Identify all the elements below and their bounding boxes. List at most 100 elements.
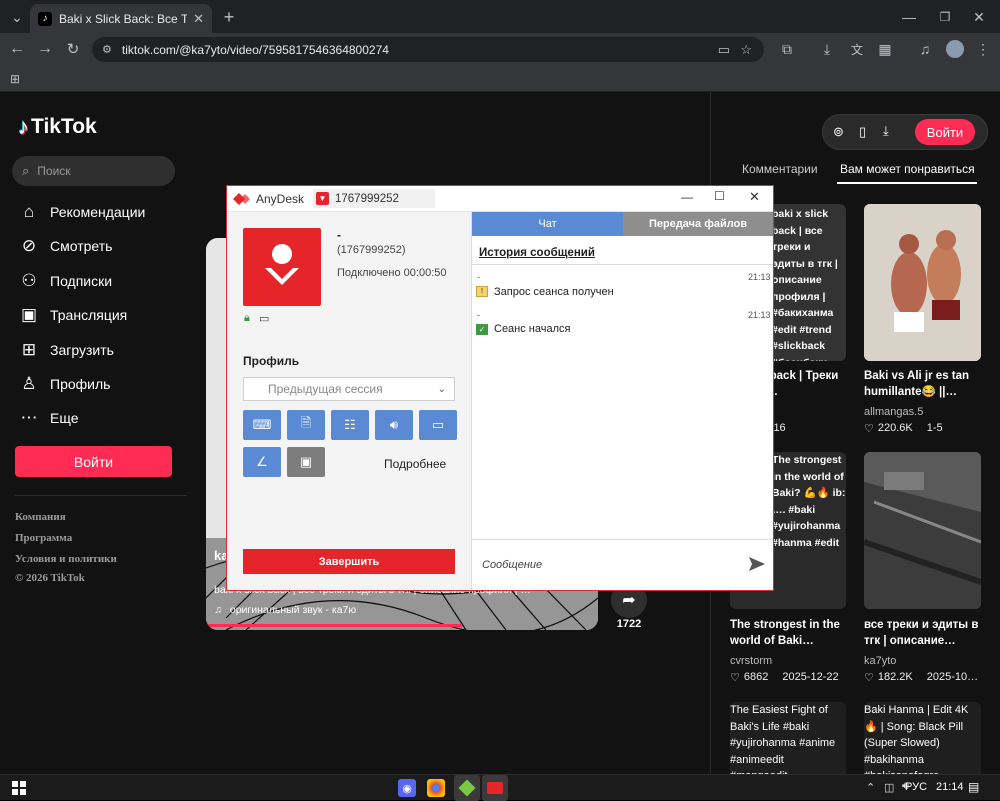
tiktok-logo-text: TikTok	[31, 115, 97, 138]
tiktok-logo[interactable]: ♪ TikTok	[18, 114, 97, 140]
nav-following[interactable]: ⚇ Подписки	[18, 269, 112, 293]
close-window-button[interactable]: ✕	[968, 6, 990, 28]
message-1-time: 21:13	[748, 272, 771, 282]
coins-icon[interactable]: ⊚	[833, 124, 844, 140]
tab-file-transfer[interactable]: Передача файлов	[623, 212, 773, 236]
tray-chevron-icon[interactable]: ⌃	[866, 781, 875, 794]
app-icon[interactable]	[454, 775, 480, 801]
download-icon[interactable]: ⤓	[816, 38, 838, 60]
tab-search-button[interactable]: ⌄	[6, 6, 28, 28]
back-icon[interactable]: ←	[6, 38, 28, 60]
video-sound[interactable]: ♫ оригинальный звук - ка7ю	[214, 604, 356, 616]
media-control-icon[interactable]: ♫	[914, 38, 936, 60]
remote-id: (1767999252)	[337, 244, 406, 256]
tab-recommended[interactable]: Вам может понравиться	[840, 162, 975, 176]
top-login-button[interactable]: Войти	[915, 119, 975, 145]
profile-avatar[interactable]	[946, 40, 964, 58]
footer-company[interactable]: Компания	[15, 511, 66, 523]
tab-chat[interactable]: Чат	[472, 212, 623, 236]
audio-button[interactable]: 🔊︎	[375, 410, 413, 440]
profile-select[interactable]: Предыдущая сессия ⌄	[243, 377, 455, 401]
nav-label: Смотреть	[50, 238, 113, 254]
rec-thumb-2[interactable]	[864, 204, 981, 361]
translate-icon[interactable]: 文	[846, 38, 868, 60]
new-tab-button[interactable]: +	[218, 6, 240, 28]
browser-tab-active[interactable]: ♪ Baki x Slick Back: Все Треки и З… ✕	[30, 4, 212, 33]
anydesk-close-button[interactable]: ✕	[749, 189, 760, 205]
anydesk-logo-icon	[233, 193, 250, 205]
anydesk-taskbar-icon[interactable]	[482, 775, 508, 801]
rec-3-stats: ♡ 6862 2025-12-22	[730, 671, 839, 684]
clock[interactable]: 21:14	[936, 781, 964, 793]
nav-more[interactable]: ⋯ Еще	[18, 406, 79, 430]
heart-icon: ♡	[730, 672, 740, 684]
network-icon[interactable]: ◫	[884, 781, 894, 794]
site-settings-icon[interactable]: ⚙	[102, 43, 112, 56]
close-tab-icon[interactable]: ✕	[193, 11, 204, 27]
more-icon: ⋯	[20, 408, 38, 427]
discord-icon[interactable]: ◉	[398, 779, 416, 797]
more-details-link[interactable]: Подробнее	[384, 457, 446, 471]
draw-button[interactable]: ∠	[243, 447, 281, 477]
windows-start-icon[interactable]	[12, 781, 26, 795]
chrome-icon[interactable]	[427, 779, 445, 797]
clipboard-button[interactable]: ☷	[331, 410, 369, 440]
tab-file-transfer-label: Передача файлов	[648, 218, 748, 230]
phone-icon[interactable]: ▯	[859, 124, 866, 140]
sidebar-divider	[15, 495, 187, 496]
rec-4-likes: 182.2K	[877, 671, 913, 683]
video-progress[interactable]	[206, 624, 462, 627]
anydesk-maximize-button[interactable]: ☐	[714, 189, 725, 203]
rec-2-author[interactable]: allmangas.5	[864, 406, 923, 418]
extensions-icon[interactable]: ⧉	[776, 38, 798, 60]
tab-comments[interactable]: Комментарии	[742, 162, 818, 176]
address-bar[interactable]: ⚙ tiktok.com/@ka7yto/video/7595817546364…	[92, 37, 764, 62]
nav-upload[interactable]: ⊞ Загрузить	[18, 338, 114, 362]
end-session-button[interactable]: Завершить	[243, 549, 455, 574]
bookmark-star-icon[interactable]: ☆	[740, 42, 752, 58]
rec-thumb-5[interactable]: The Easiest Fight of Baki's Life #baki #…	[730, 702, 846, 774]
rec-thumb-4[interactable]	[864, 452, 981, 609]
minimize-window-button[interactable]: —	[898, 6, 920, 28]
restore-window-button[interactable]: ❐	[934, 6, 956, 28]
nav-recommendations[interactable]: ⌂ Рекомендации	[18, 200, 145, 224]
rec-2-likes: 220.6K	[877, 422, 913, 434]
nav-profile[interactable]: ♙ Профиль	[18, 372, 110, 396]
keyboard-icon: ⌨	[252, 417, 272, 432]
rec-thumb-6[interactable]: Baki Hanma | Edit 4K 🔥 | Song: Black Pil…	[864, 702, 981, 774]
search-input[interactable]: ⌕ Поиск	[12, 156, 175, 186]
anydesk-address-field[interactable]: ▼ 1767999252	[313, 189, 435, 208]
footer-terms[interactable]: Условия и политики	[15, 553, 117, 565]
message-placeholder: Сообщение	[482, 559, 543, 571]
apps-grid-icon[interactable]: ⊞	[4, 68, 26, 90]
video-sound-label: оригинальный звук - ка7ю	[229, 604, 357, 616]
cast-icon[interactable]: ▭	[718, 42, 730, 58]
notification-icon[interactable]: ▤	[968, 780, 979, 794]
forward-icon[interactable]: →	[34, 38, 56, 60]
rec-2-date: 1-5	[926, 422, 943, 434]
rec-4-title[interactable]: все треки и эдиты в тгк | описание…	[864, 617, 980, 651]
language-indicator[interactable]: РУС	[905, 781, 927, 793]
nav-explore[interactable]: ⊘ Смотреть	[18, 234, 113, 258]
history-divider	[472, 264, 773, 265]
rec-4-author[interactable]: ka7yto	[864, 655, 896, 667]
download-app-icon[interactable]: ⤓	[883, 123, 889, 139]
rec-3-title[interactable]: The strongest in the world of Baki…	[730, 617, 842, 651]
browser-menu-icon[interactable]: ⋮	[972, 38, 994, 60]
end-session-label: Завершить	[318, 555, 380, 568]
footer-program[interactable]: Программа	[15, 532, 72, 544]
login-button[interactable]: Войти	[15, 446, 172, 477]
rec-2-title[interactable]: Baki vs Ali jr es tan humillante😂 ||…	[864, 368, 980, 402]
send-icon[interactable]	[748, 556, 766, 572]
anydesk-minimize-button[interactable]: —	[681, 190, 693, 204]
rec-3-author[interactable]: cvrstorm	[730, 655, 772, 667]
home-icon: ⌂	[23, 202, 35, 221]
nav-live[interactable]: ▣ Трансляция	[18, 303, 127, 327]
file-transfer-button[interactable]: 🗎︎	[287, 410, 325, 440]
reload-icon[interactable]: ↻	[62, 38, 84, 60]
recording-button[interactable]: ▭	[419, 410, 457, 440]
keyboard-button[interactable]: ⌨	[243, 410, 281, 440]
block-input-button[interactable]: ▣	[287, 447, 325, 477]
message-input[interactable]: Сообщение	[472, 540, 773, 590]
tab-layout-icon[interactable]: ▦	[874, 38, 896, 60]
